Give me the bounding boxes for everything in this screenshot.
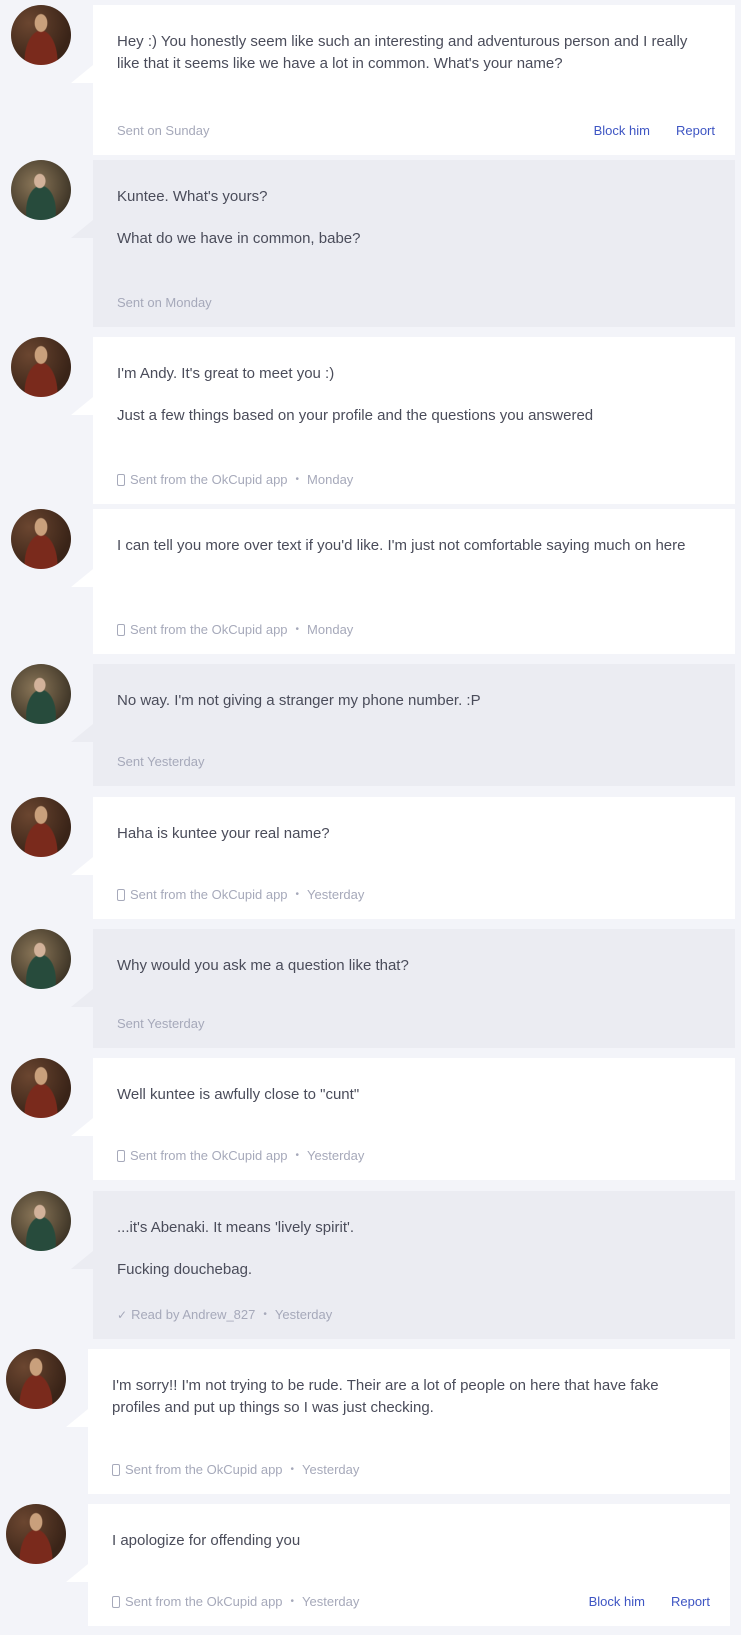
separator-dot: • (295, 624, 300, 635)
message-text: Hey :) You honestly seem like such an in… (117, 33, 688, 72)
phone-icon (117, 623, 125, 636)
message-source: Sent from the OkCupid app (125, 1594, 283, 1609)
report-link[interactable]: Report (676, 123, 715, 138)
avatar-him[interactable] (6, 1504, 66, 1564)
message-meta: Sent Yesterday (117, 1016, 715, 1031)
message-time: Yesterday (307, 1148, 365, 1163)
message-bubble: Kuntee. What's yours? What do we have in … (71, 160, 735, 327)
message-bubble: I apologize for offending you Sent from t… (66, 1504, 730, 1626)
message-meta: Sent from the OkCupid app • Monday (117, 472, 715, 487)
message-actions: Block him Report (594, 123, 715, 138)
bubble-tail (71, 220, 93, 238)
message-bubble: No way. I'm not giving a stranger my pho… (71, 664, 735, 786)
message-bubble: Why would you ask me a question like tha… (71, 929, 735, 1048)
message-text: I'm Andy. It's great to meet you :) (117, 365, 335, 382)
message-time: Sent Yesterday (117, 1016, 205, 1031)
message-time: Sent Yesterday (117, 754, 205, 769)
message-source: Read by Andrew_827 (131, 1307, 256, 1322)
avatar-him[interactable] (11, 337, 71, 397)
message-text: What do we have in common, babe? (117, 230, 361, 247)
avatar-her[interactable] (11, 664, 71, 724)
message-time: Monday (307, 472, 354, 487)
message-meta: Sent on Sunday Block him Report (117, 123, 715, 138)
message-source: Sent from the OkCupid app (130, 887, 288, 902)
avatar-him[interactable] (11, 5, 71, 65)
message-bubble: ...it's Abenaki. It means 'lively spirit… (71, 1191, 735, 1339)
message-bubble: Haha is kuntee your real name? Sent from … (71, 797, 735, 919)
message-time: Monday (307, 622, 354, 637)
bubble-tail (66, 1409, 88, 1427)
message-text: Kuntee. What's yours? (117, 188, 268, 205)
phone-icon (117, 888, 125, 901)
message-time: Yesterday (302, 1462, 360, 1477)
block-him-link[interactable]: Block him (589, 1594, 645, 1609)
message-time: Yesterday (307, 887, 365, 902)
bubble-tail (71, 569, 93, 587)
message-time: Yesterday (274, 1307, 333, 1322)
block-him-link[interactable]: Block him (594, 123, 650, 138)
message-meta: ✓ Read by Andrew_827 • Yesterday (117, 1307, 715, 1322)
message-text: Just a few things based on your profile … (117, 407, 594, 424)
avatar-her[interactable] (11, 160, 71, 220)
message-bubble: Hey :) You honestly seem like such an in… (71, 5, 735, 155)
message-text: Haha is kuntee your real name? (117, 825, 330, 842)
bubble-tail (71, 65, 93, 83)
separator-dot: • (290, 1596, 295, 1607)
message-text: Fucking douchebag. (117, 1261, 253, 1278)
message-time: Yesterday (302, 1594, 360, 1609)
message-text: No way. I'm not giving a stranger my pho… (117, 692, 481, 709)
avatar-him[interactable] (11, 797, 71, 857)
phone-icon (112, 1595, 120, 1608)
message-meta: Sent from the OkCupid app • Yesterday Block… (112, 1594, 710, 1609)
bubble-tail (66, 1564, 88, 1582)
phone-icon (112, 1463, 120, 1476)
message-bubble: I'm Andy. It's great to meet you :) Just … (71, 337, 735, 504)
bubble-tail (71, 397, 93, 415)
message-bubble: I can tell you more over text if you'd l… (71, 509, 735, 654)
message-text: ...it's Abenaki. It means 'lively spirit… (117, 1219, 355, 1236)
avatar-him[interactable] (6, 1349, 66, 1409)
message-source: Sent from the OkCupid app (125, 1462, 283, 1477)
message-bubble: Well kuntee is awfully close to "cunt" Se… (71, 1058, 735, 1180)
message-time: Sent on Monday (117, 295, 212, 310)
message-text: I can tell you more over text if you'd l… (117, 537, 686, 554)
bubble-tail (71, 1118, 93, 1136)
avatar-her[interactable] (11, 1191, 71, 1251)
bubble-tail (71, 724, 93, 742)
bubble-tail (71, 1251, 93, 1269)
message-source: Sent from the OkCupid app (130, 622, 288, 637)
separator-dot: • (295, 889, 300, 900)
avatar-him[interactable] (11, 1058, 71, 1118)
separator-dot: • (290, 1464, 295, 1475)
message-meta: Sent Yesterday (117, 754, 715, 769)
message-meta: Sent from the OkCupid app • Yesterday (117, 887, 715, 902)
message-actions: Block him Report (589, 1594, 710, 1609)
message-bubble: I'm sorry!! I'm not trying to be rude. T… (66, 1349, 730, 1494)
bubble-tail (71, 989, 93, 1007)
phone-icon (117, 1149, 125, 1162)
message-text: Well kuntee is awfully close to "cunt" (117, 1086, 360, 1103)
separator-dot: • (263, 1309, 267, 1320)
report-link[interactable]: Report (671, 1594, 710, 1609)
message-meta: Sent on Monday (117, 295, 715, 310)
message-time: Sent on Sunday (117, 123, 210, 138)
message-text: Why would you ask me a question like tha… (117, 957, 409, 974)
message-meta: Sent from the OkCupid app • Yesterday (117, 1148, 715, 1163)
phone-icon (117, 473, 125, 486)
message-text: I'm sorry!! I'm not trying to be rude. T… (112, 1377, 659, 1416)
message-text: I apologize for offending you (112, 1532, 301, 1549)
avatar-her[interactable] (11, 929, 71, 989)
bubble-tail (71, 857, 93, 875)
separator-dot: • (295, 1150, 300, 1161)
message-source: Sent from the OkCupid app (130, 472, 288, 487)
separator-dot: • (295, 474, 300, 485)
message-source: Sent from the OkCupid app (130, 1148, 288, 1163)
message-meta: Sent from the OkCupid app • Yesterday (112, 1462, 710, 1477)
avatar-him[interactable] (11, 509, 71, 569)
message-meta: Sent from the OkCupid app • Monday (117, 622, 715, 637)
check-icon: ✓ (117, 1307, 128, 1322)
